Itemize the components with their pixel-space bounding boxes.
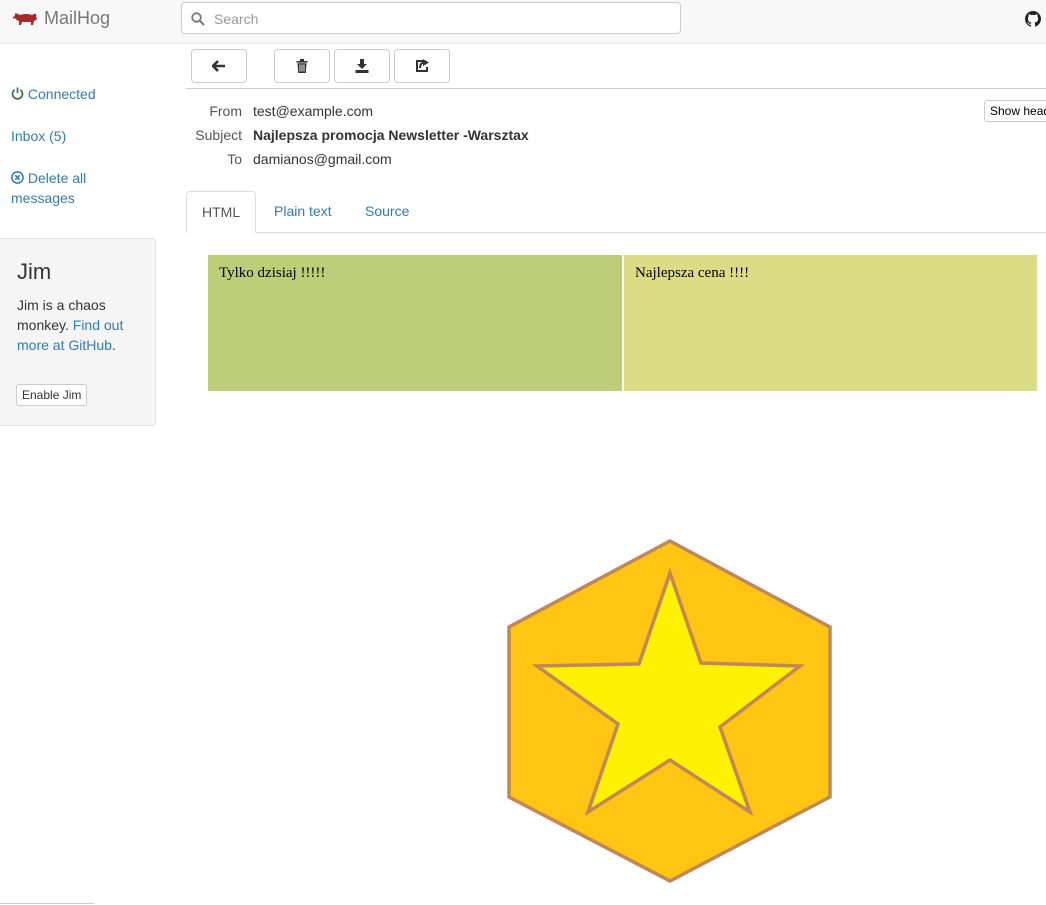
trash-icon: [296, 59, 308, 73]
tab-plain-text[interactable]: Plain text: [259, 191, 347, 232]
to-value: damianos@gmail.com: [253, 151, 392, 167]
navbar: MailHog: [0, 0, 1046, 44]
jim-title: Jim: [17, 259, 52, 284]
email-cell-left: Tylko dzisiaj !!!!!: [208, 255, 622, 391]
connected-status[interactable]: Connected: [11, 84, 96, 104]
brand-name: MailHog: [44, 8, 111, 28]
remove-circle-icon: [11, 171, 24, 184]
inbox-link[interactable]: Inbox (5): [11, 126, 66, 146]
toolbar-divider: [186, 88, 1046, 89]
jim-description: Jim is a chaos monkey. Find out more at …: [17, 295, 142, 355]
arrow-left-icon: [212, 60, 225, 72]
jim-panel: Jim Jim is a chaos monkey. Find out more…: [0, 238, 156, 426]
download-icon: [355, 59, 369, 73]
subject-value: Najlepsza promocja Newsletter -Warsztax: [253, 127, 529, 143]
hog-logo-icon: [13, 12, 37, 25]
subject-label: Subject: [195, 127, 242, 143]
delete-button[interactable]: [274, 49, 330, 83]
back-button[interactable]: [191, 49, 247, 83]
to-label: To: [227, 151, 242, 167]
star-hexagon-badge: [507, 539, 832, 883]
download-button[interactable]: [334, 49, 390, 83]
from-label: From: [209, 103, 242, 119]
connected-label: Connected: [27, 86, 96, 102]
share-icon: [416, 59, 429, 72]
github-icon[interactable]: [1025, 11, 1041, 27]
delete-all-link[interactable]: Delete all messages: [11, 168, 121, 208]
brand-link[interactable]: MailHog: [12, 8, 110, 29]
show-headers-button[interactable]: Show headers: [984, 100, 1046, 122]
bottom-edge-line: [0, 903, 94, 904]
tab-divider: [186, 232, 1046, 233]
search-icon: [191, 12, 205, 26]
power-icon: [11, 87, 24, 100]
tab-html[interactable]: HTML: [186, 191, 257, 233]
from-value: test@example.com: [253, 103, 374, 119]
enable-jim-button[interactable]: Enable Jim: [16, 384, 88, 406]
search-box[interactable]: [181, 2, 681, 35]
jim-link-suffix: .: [111, 337, 116, 353]
search-input[interactable]: [212, 3, 676, 35]
email-cell-right: Najlepsza cena !!!!: [624, 255, 1037, 391]
release-button[interactable]: [394, 49, 450, 83]
tab-source[interactable]: Source: [350, 191, 424, 232]
